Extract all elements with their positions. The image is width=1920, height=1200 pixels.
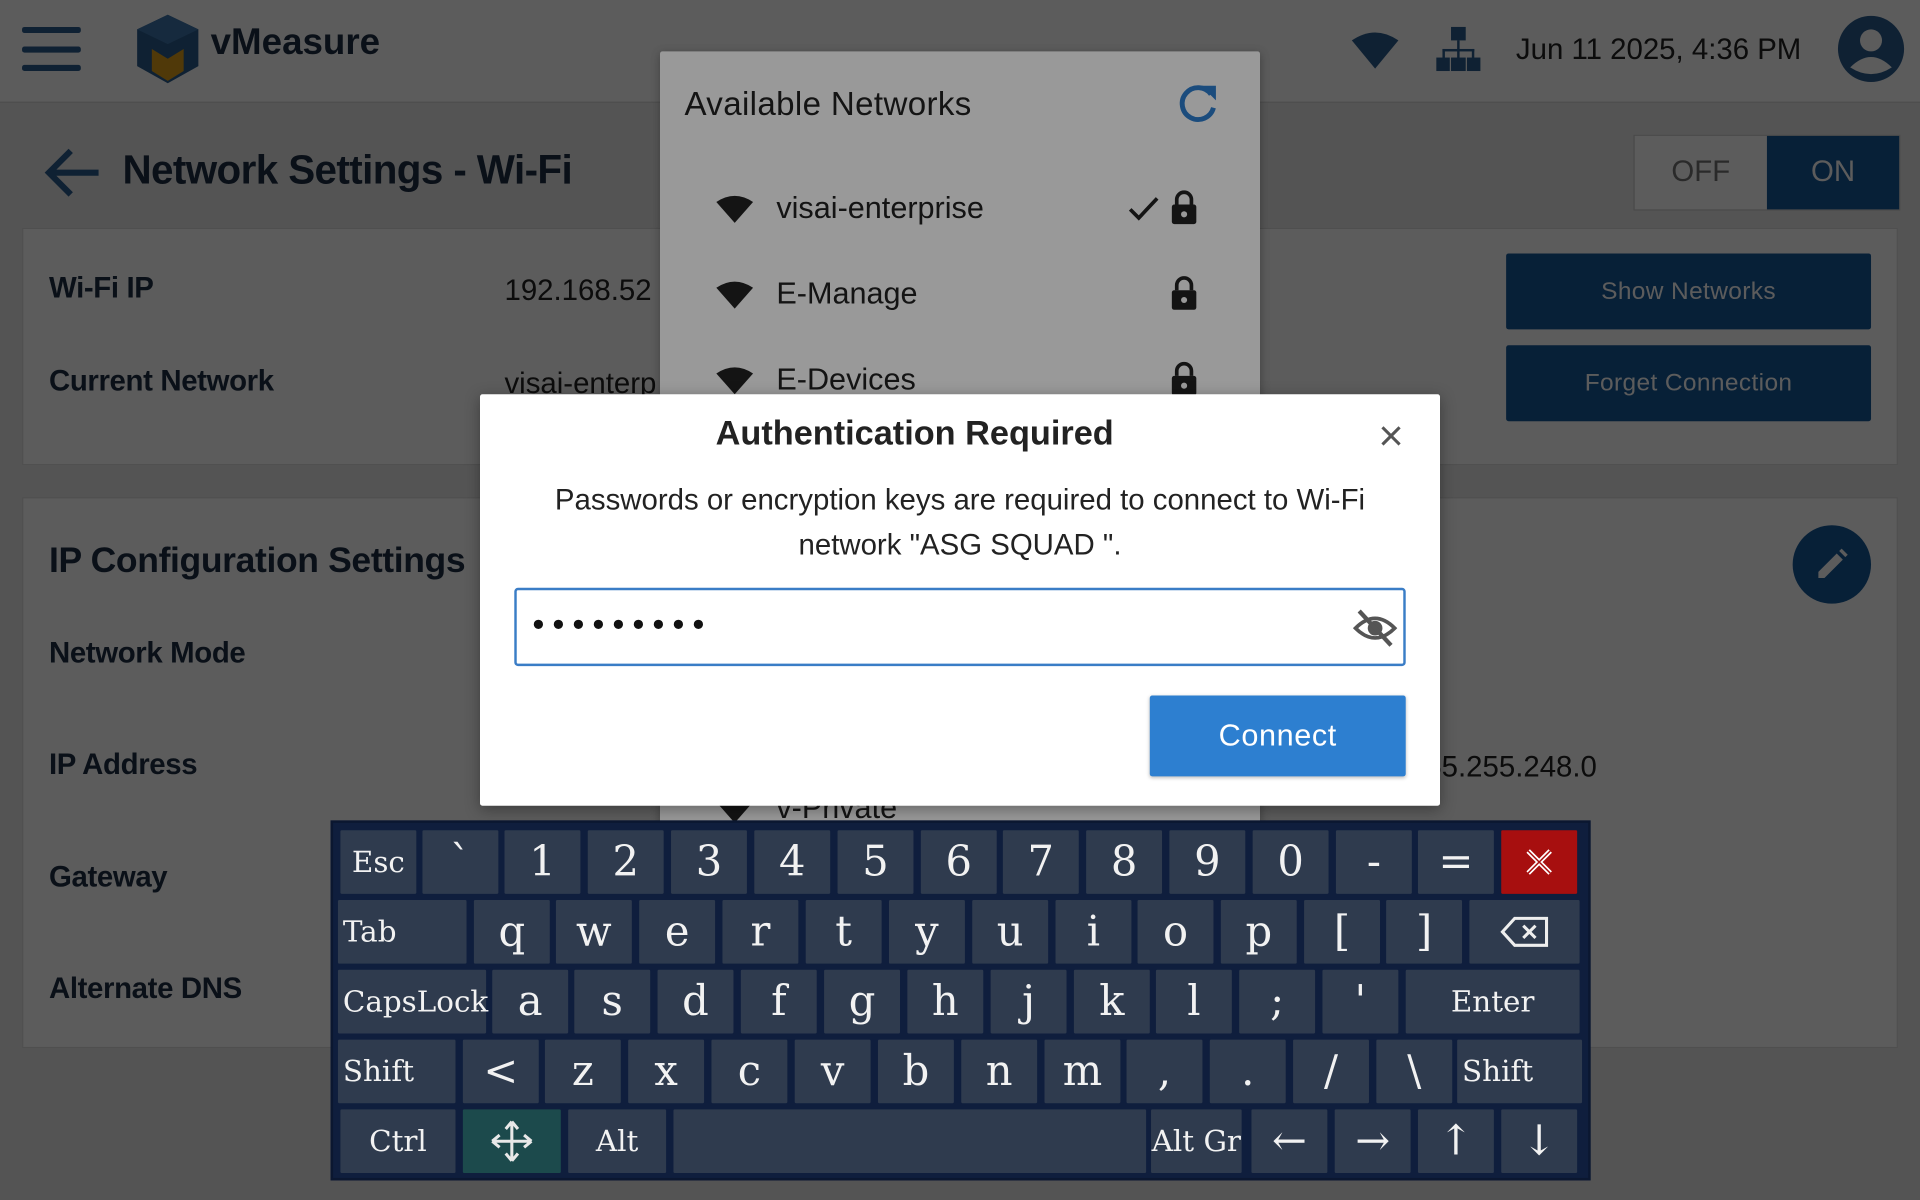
key-backtick[interactable]: ` [422, 830, 499, 894]
key-period[interactable]: . [1209, 1039, 1286, 1104]
close-icon[interactable] [1374, 419, 1408, 453]
key-0[interactable]: 0 [1252, 830, 1329, 894]
key-k[interactable]: k [1073, 969, 1150, 1034]
key-comma[interactable]: , [1126, 1039, 1203, 1104]
connect-button[interactable]: Connect [1149, 695, 1406, 777]
key-2[interactable]: 2 [587, 830, 664, 894]
key-ctrl[interactable]: Ctrl [340, 1109, 456, 1174]
key-tab[interactable]: Tab [337, 900, 467, 964]
move-icon [491, 1120, 533, 1162]
key-open-bracket[interactable]: [ [1304, 900, 1381, 964]
key-d[interactable]: d [657, 969, 734, 1034]
key-slash[interactable]: / [1293, 1039, 1369, 1104]
key-b[interactable]: b [877, 1039, 954, 1104]
key-p[interactable]: p [1220, 900, 1297, 964]
close-keyboard-icon [1526, 849, 1552, 875]
key-4[interactable]: 4 [754, 830, 831, 894]
authentication-dialog: Authentication Required Passwords or enc… [480, 394, 1441, 806]
key-o[interactable]: o [1137, 900, 1214, 964]
key-capslock[interactable]: CapsLock [337, 969, 488, 1034]
key-minus[interactable]: - [1335, 830, 1412, 894]
key-close-bracket[interactable]: ] [1386, 900, 1463, 964]
key-x[interactable]: x [628, 1039, 705, 1104]
key-backslash[interactable]: \ [1376, 1039, 1453, 1104]
key-semicolon[interactable]: ; [1239, 969, 1316, 1034]
key-8[interactable]: 8 [1086, 830, 1163, 894]
keyboard-move-handle[interactable] [462, 1109, 561, 1174]
key-3[interactable]: 3 [671, 830, 747, 894]
key-a[interactable]: a [492, 969, 569, 1034]
key-r[interactable]: r [722, 900, 799, 964]
space-key[interactable] [673, 1109, 1147, 1174]
key-less-than[interactable]: < [462, 1039, 539, 1104]
key-shift-left[interactable]: Shift [337, 1039, 456, 1104]
key-j[interactable]: j [990, 969, 1067, 1034]
key-g[interactable]: g [824, 969, 901, 1034]
key-m[interactable]: m [1044, 1039, 1121, 1104]
key-c[interactable]: c [711, 1039, 788, 1104]
key-n[interactable]: n [961, 1039, 1038, 1104]
on-screen-keyboard: Esc ` 1 2 3 4 5 6 7 8 9 0- = Tab q w e r t y u i o p[] CapsLock a… [330, 820, 1591, 1181]
key-arrow-right[interactable]: → [1334, 1109, 1411, 1174]
key-6[interactable]: 6 [920, 830, 997, 894]
password-field[interactable] [514, 587, 1406, 667]
key-altgr[interactable]: Alt Gr [1151, 1109, 1242, 1174]
auth-dialog-title: Authentication Required [715, 413, 1114, 452]
key-t[interactable]: t [805, 900, 882, 964]
key-f[interactable]: f [740, 969, 817, 1034]
key-1[interactable]: 1 [504, 830, 581, 894]
key-arrow-up[interactable]: ↑ [1417, 1109, 1494, 1174]
auth-dialog-message: Passwords or encryption keys are require… [554, 483, 1366, 563]
key-enter[interactable]: Enter [1405, 969, 1580, 1034]
key-y[interactable]: y [888, 900, 965, 964]
backspace-key[interactable] [1469, 900, 1580, 964]
screen: vMeasure Jun 11 2025, 4:36 PM Network Se… [0, 0, 1920, 1200]
password-input[interactable] [528, 600, 1338, 654]
key-5[interactable]: 5 [837, 830, 914, 894]
key-l[interactable]: l [1155, 969, 1232, 1034]
key-u[interactable]: u [972, 900, 1049, 964]
backspace-icon [1500, 916, 1549, 947]
key-i[interactable]: i [1055, 900, 1132, 964]
key-v[interactable]: v [794, 1039, 871, 1104]
key-z[interactable]: z [544, 1039, 621, 1104]
key-esc[interactable]: Esc [340, 830, 417, 894]
key-h[interactable]: h [907, 969, 984, 1034]
visibility-off-icon[interactable] [1352, 607, 1399, 649]
keyboard-close-key[interactable] [1501, 830, 1578, 894]
key-s[interactable]: s [574, 969, 651, 1034]
key-e[interactable]: e [639, 900, 716, 964]
key-arrow-down[interactable]: ↓ [1501, 1109, 1578, 1174]
key-alt[interactable]: Alt [568, 1109, 667, 1174]
key-9[interactable]: 9 [1169, 830, 1246, 894]
key-arrow-left[interactable]: ← [1251, 1109, 1328, 1174]
key-shift-right[interactable]: Shift [1457, 1039, 1583, 1104]
key-7[interactable]: 7 [1002, 830, 1079, 894]
key-w[interactable]: w [555, 900, 632, 964]
key-quote[interactable]: ' [1322, 969, 1399, 1034]
key-equals[interactable]: = [1417, 830, 1494, 894]
key-q[interactable]: q [473, 900, 550, 964]
